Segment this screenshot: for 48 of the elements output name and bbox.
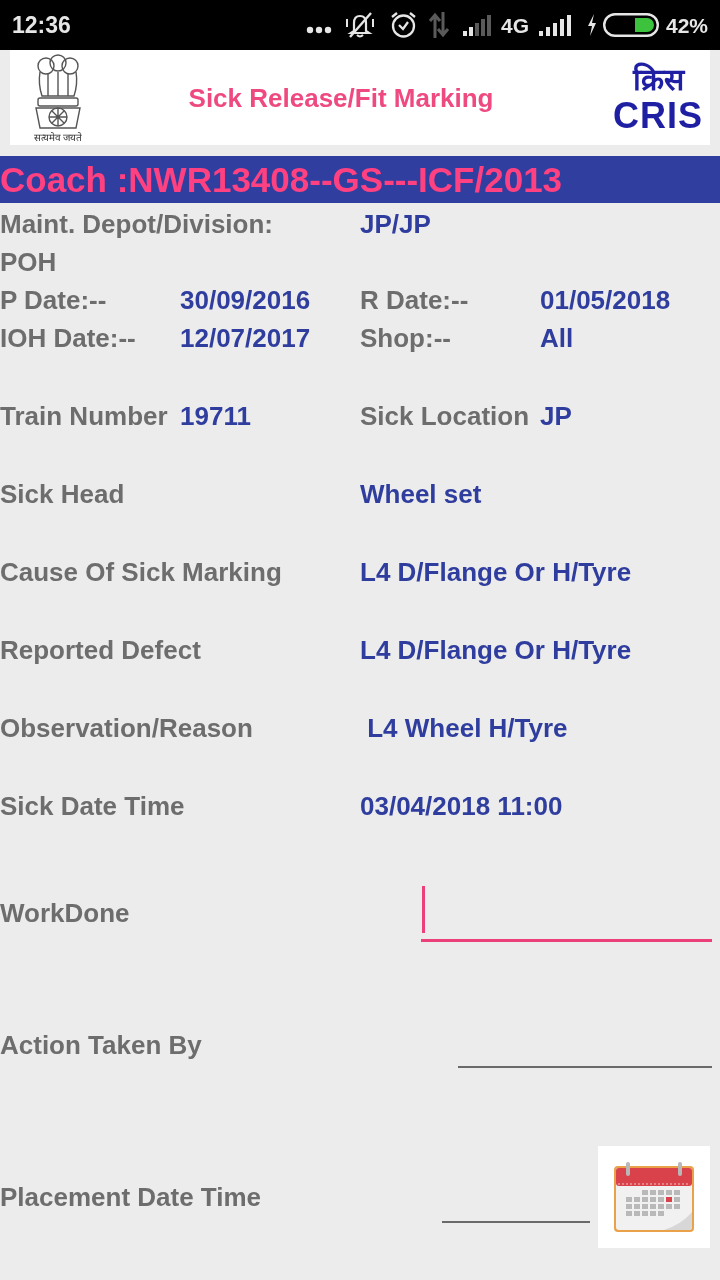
network-type: 4G (500, 14, 529, 36)
field-label: WorkDone (0, 900, 130, 926)
field-label: Sick Location (360, 403, 530, 429)
battery-icon (602, 13, 659, 37)
field-label: POH (0, 249, 57, 275)
field-label: P Date:-- (0, 287, 107, 313)
field-label: Action Taken By (0, 1032, 202, 1058)
field-value: JP (540, 403, 572, 429)
data-arrows-icon (427, 12, 450, 38)
charging-bolt-icon (586, 14, 597, 36)
field-label: Observation/Reason (0, 715, 253, 741)
field-label: R Date:-- (360, 287, 469, 313)
signal-icon (538, 14, 571, 36)
field-value: JP/JP (360, 211, 431, 237)
input-field[interactable] (421, 884, 712, 942)
field-label: Sick Date Time (0, 793, 185, 819)
battery-percent: 42% (665, 14, 708, 36)
logo-hindi-text: क्रिस (632, 61, 684, 98)
emblem-motto: सत्यमेव जयते (33, 133, 83, 143)
logo-text: CRIS (613, 97, 703, 134)
coach-title: Coach :NWR13408--GS---ICF/2013 (0, 162, 563, 197)
field-value: L4 D/Flange Or H/Tyre (360, 559, 632, 585)
field-label: Cause Of Sick Marking (0, 559, 282, 585)
field-value: 01/05/2018 (540, 287, 671, 313)
field-value: 03/04/2018 11:00 (360, 793, 563, 819)
screen-title: Sick Release/Fit Marking (188, 84, 494, 111)
text-cursor (422, 885, 425, 933)
field-label: Placement Date Time (0, 1184, 262, 1210)
field-value: All (540, 325, 574, 351)
field-value: L4 D/Flange Or H/Tyre (360, 637, 632, 663)
signal-icon (462, 14, 493, 36)
field-value: 30/09/2016 (180, 287, 311, 313)
field-label: Sick Head (0, 481, 125, 507)
calendar-button[interactable] (598, 1146, 710, 1248)
field-label: Reported Defect (0, 637, 201, 663)
field-value: 12/07/2017 (180, 325, 311, 351)
field-label: Maint. Depot/Division: (0, 211, 273, 237)
field-label: Train Number (0, 403, 168, 429)
alarm-clock-icon (389, 11, 417, 39)
field-value: L4 Wheel H/Tyre (366, 715, 568, 741)
more-dots-icon (305, 26, 332, 34)
field-value: 19711 (180, 403, 251, 429)
field-value: Wheel set (360, 481, 482, 507)
clock-time: 12:36 (12, 13, 71, 37)
field-label: IOH Date:-- (0, 325, 136, 351)
calendar-icon (612, 1160, 696, 1234)
field-label: Shop:-- (360, 325, 451, 351)
muted-bell-icon (344, 11, 375, 39)
